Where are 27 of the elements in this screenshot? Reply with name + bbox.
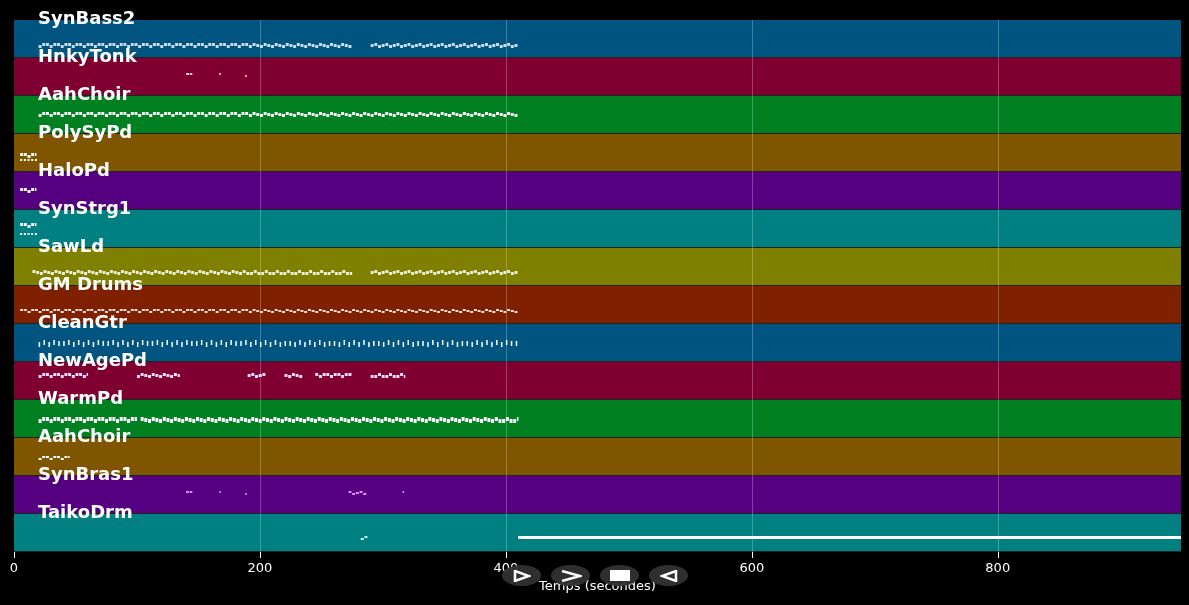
track-name: SynStrg1 [38, 197, 132, 219]
stop-icon [609, 570, 630, 581]
track-name: GM Drums [38, 273, 144, 295]
track-name: AahChoir [38, 425, 131, 447]
track-name: HnkyTonk [38, 45, 137, 67]
tick-label: 200 [247, 560, 273, 575]
axis-title: Temps (secondes) [539, 578, 656, 593]
track-name: NewAgePd [38, 349, 147, 371]
note-pattern-drawing [20, 222, 40, 235]
track-name: PolySyPd [38, 121, 133, 143]
track-name: SawLd [38, 235, 105, 257]
back-icon [659, 569, 678, 582]
tick-label: 800 [985, 560, 1011, 575]
track-name: CleanGtr [38, 311, 127, 333]
track-name: WarmPd [38, 387, 124, 409]
tick-label: 600 [739, 560, 765, 575]
chevron-right-icon [559, 569, 582, 582]
track-name: AahChoir [38, 83, 131, 105]
track-name: SynBass2 [38, 7, 136, 29]
track-name: SynBras1 [38, 463, 134, 485]
track-name: HaloPd [38, 159, 110, 181]
note-pattern-drawing [20, 152, 40, 161]
track-name: TaikoDrm [38, 501, 133, 523]
tick-label: 400 [493, 560, 519, 575]
note-pattern-drawing [38, 455, 73, 461]
note-pattern-drawing [186, 72, 250, 78]
tick-label: 0 [9, 560, 19, 575]
